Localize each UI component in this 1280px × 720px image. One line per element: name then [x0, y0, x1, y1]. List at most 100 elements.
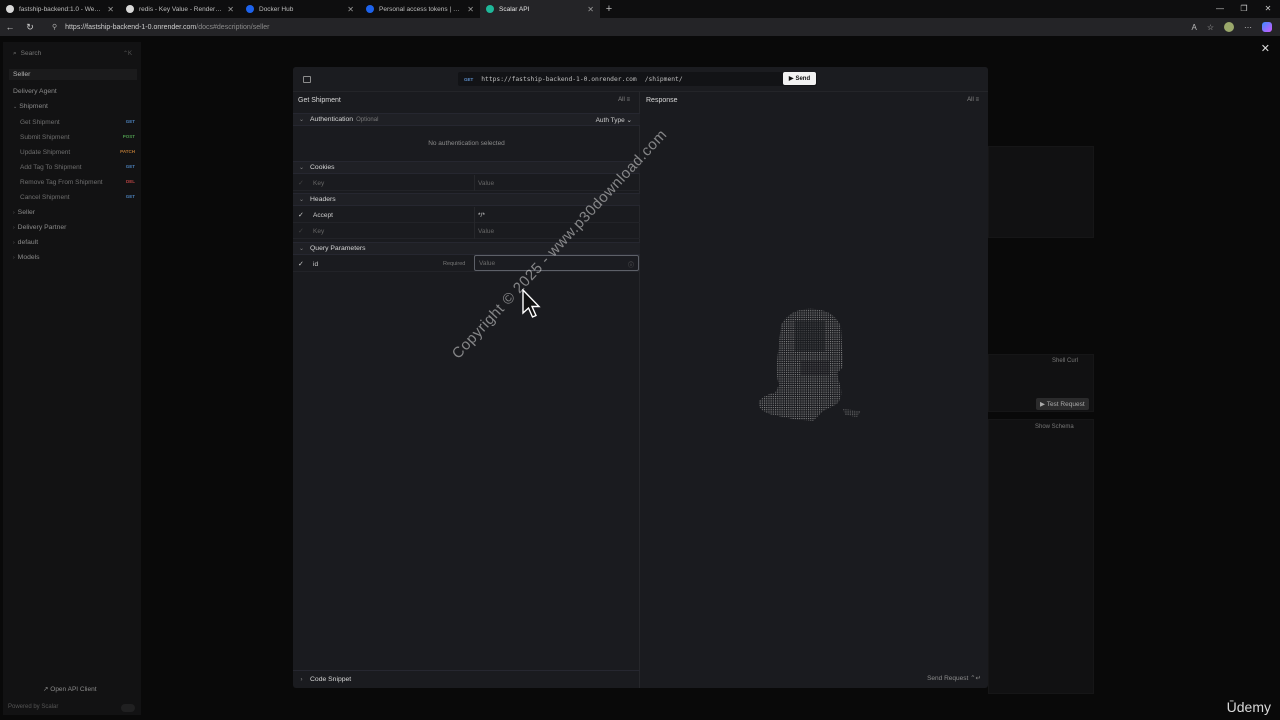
- sidebar-endpoint[interactable]: Remove Tag From Shipment DEL: [20, 179, 135, 186]
- sidebar-item-shipment[interactable]: ⌄ Shipment: [13, 103, 48, 110]
- section-title: Authentication: [310, 116, 354, 123]
- tab-title: fastship-backend:1.0 - Web Serv...: [19, 5, 102, 13]
- cookie-value-input[interactable]: Value: [478, 180, 494, 187]
- filter-all[interactable]: All ≡: [618, 97, 630, 103]
- auth-type-label: Auth Type: [595, 116, 625, 124]
- read-aloud-icon[interactable]: A: [1191, 23, 1196, 32]
- window-controls: — ❐ ✕: [1208, 0, 1280, 18]
- docker-icon: [366, 5, 374, 13]
- request-title: Get Shipment: [298, 97, 341, 104]
- response-title: Response: [646, 97, 678, 104]
- chevron-down-icon: ⌄: [298, 246, 305, 252]
- request-bar: GET https://fastship-backend-1-0.onrende…: [293, 67, 988, 92]
- new-tab-button[interactable]: +: [600, 0, 618, 18]
- search-placeholder: Search: [20, 50, 42, 57]
- sidebar-group-default[interactable]: › default: [13, 239, 38, 246]
- close-tab-icon[interactable]: ✕: [467, 5, 474, 14]
- code-snippet-section[interactable]: › Code Snippet: [293, 670, 640, 688]
- browser-tab-2[interactable]: redis - Key Value - Render Dashb... ✕: [120, 0, 240, 18]
- shell-curl-select[interactable]: Shell Curl: [1052, 358, 1078, 364]
- header-value-input[interactable]: */*: [478, 212, 485, 219]
- open-api-client-link[interactable]: ↗ Open API Client: [43, 685, 97, 693]
- sidebar: ⌕ Search ⌃K Seller Delivery Agent ⌄ Shipme…: [3, 42, 141, 715]
- sidebar-endpoint[interactable]: Add Tag To Shipment GET: [20, 164, 135, 171]
- address-bar: ← ↻ ⚲ https://fastship-backend-1-0.onren…: [0, 18, 1280, 36]
- close-tab-icon[interactable]: ✕: [227, 5, 234, 14]
- query-parameters-section[interactable]: ⌄ Query Parameters: [293, 242, 640, 255]
- chevron-right-icon: ›: [13, 210, 15, 216]
- reload-icon[interactable]: ↻: [20, 22, 40, 33]
- url-path: /docs#description/seller: [196, 23, 270, 31]
- sidebar-endpoint[interactable]: Submit Shipment POST: [20, 134, 135, 141]
- tab-title: Personal access tokens | Docker: [379, 5, 462, 13]
- tab-title: Scalar API: [499, 5, 530, 13]
- search-shortcut: ⌃K: [123, 51, 133, 57]
- sidebar-item-delivery-agent[interactable]: Delivery Agent: [13, 88, 57, 95]
- sidebar-group-seller[interactable]: › Seller: [13, 209, 35, 216]
- send-shortcut: ⌃↵: [970, 675, 981, 682]
- browser-tab-5[interactable]: Scalar API ✕: [480, 0, 600, 18]
- browser-tab-3[interactable]: Docker Hub ✕: [240, 0, 360, 18]
- browser-tab-1[interactable]: fastship-backend:1.0 - Web Serv... ✕: [0, 0, 120, 18]
- browser-tab-4[interactable]: Personal access tokens | Docker ✕: [360, 0, 480, 18]
- endpoint-label: Remove Tag From Shipment: [20, 179, 103, 186]
- sidebar-endpoint[interactable]: Cancel Shipment GET: [20, 194, 135, 201]
- sidebar-endpoint[interactable]: Update Shipment PATCH: [20, 149, 135, 156]
- sidebar-endpoint[interactable]: Get Shipment GET: [20, 119, 135, 126]
- request-path: /shipment/: [644, 75, 683, 83]
- tab-title: Docker Hub: [259, 5, 294, 13]
- art-detail: [801, 361, 829, 375]
- favorite-icon[interactable]: ☆: [1207, 23, 1214, 32]
- chevron-right-icon: ›: [13, 225, 15, 231]
- method-badge[interactable]: GET: [464, 77, 473, 82]
- browser-tab-strip: fastship-backend:1.0 - Web Serv... ✕ redi…: [0, 0, 1280, 18]
- sidebar-item-label: Seller: [17, 209, 36, 216]
- sidebar-item-seller[interactable]: Seller: [9, 69, 137, 80]
- theme-toggle[interactable]: [121, 704, 135, 712]
- cookies-section[interactable]: ⌄ Cookies: [293, 161, 640, 174]
- checkbox-icon[interactable]: ✓: [298, 260, 304, 268]
- chevron-down-icon: ⌄: [298, 197, 305, 203]
- chevron-right-icon: ›: [13, 240, 15, 246]
- sidebar-group-delivery-partner[interactable]: › Delivery Partner: [13, 224, 66, 231]
- header-key-input[interactable]: Key: [313, 228, 324, 235]
- close-tab-icon[interactable]: ✕: [107, 5, 114, 14]
- minimize-icon[interactable]: —: [1208, 0, 1232, 18]
- endpoint-label: Submit Shipment: [20, 134, 70, 141]
- close-tab-icon[interactable]: ✕: [587, 5, 594, 14]
- close-icon[interactable]: ✕: [1261, 42, 1270, 55]
- close-tab-icon[interactable]: ✕: [347, 5, 354, 14]
- auth-type-select[interactable]: Auth Type ⌄: [596, 116, 632, 124]
- send-button[interactable]: ▶ Send: [783, 72, 816, 85]
- filter-all[interactable]: All ≡: [967, 97, 979, 103]
- copilot-icon[interactable]: [1262, 22, 1272, 32]
- test-request-button[interactable]: ▶ Test Request: [1036, 398, 1089, 410]
- restore-icon[interactable]: ❐: [1232, 0, 1256, 18]
- github-icon: [6, 5, 14, 13]
- more-icon[interactable]: ⋯: [1244, 23, 1252, 32]
- close-window-icon[interactable]: ✕: [1256, 0, 1280, 18]
- request-url-input[interactable]: GET https://fastship-backend-1-0.onrende…: [458, 72, 817, 86]
- show-schema-toggle[interactable]: Show Schema: [1035, 424, 1074, 430]
- sidebar-group-models[interactable]: › Models: [13, 254, 40, 261]
- sidebar-search[interactable]: ⌕ Search: [13, 50, 41, 58]
- sidebar-toggle-icon[interactable]: [303, 76, 311, 83]
- back-icon[interactable]: ←: [0, 22, 20, 32]
- url-field[interactable]: ⚲ https://fastship-backend-1-0.onrender.…: [52, 21, 1191, 34]
- checkbox-icon[interactable]: ✓: [298, 227, 304, 235]
- auth-section[interactable]: ⌄ Authentication Optional Auth Type ⌄: [293, 113, 640, 126]
- header-value-input[interactable]: Value: [478, 228, 494, 235]
- profile-avatar[interactable]: [1224, 22, 1234, 32]
- checkbox-icon[interactable]: ✓: [298, 211, 304, 219]
- send-request-hint[interactable]: Send Request ⌃↵: [927, 674, 981, 682]
- header-key-input[interactable]: Accept: [313, 212, 333, 219]
- checkbox-icon[interactable]: ✓: [298, 179, 304, 187]
- endpoint-label: Get Shipment: [20, 119, 60, 126]
- art-detail: [843, 409, 861, 417]
- scalar-icon: [486, 5, 494, 13]
- test-request-label: Test Request: [1046, 401, 1085, 408]
- info-icon[interactable]: ⓘ: [628, 260, 634, 269]
- site-info-icon[interactable]: ⚲: [52, 23, 57, 31]
- docker-icon: [246, 5, 254, 13]
- cookie-key-input[interactable]: Key: [313, 180, 324, 187]
